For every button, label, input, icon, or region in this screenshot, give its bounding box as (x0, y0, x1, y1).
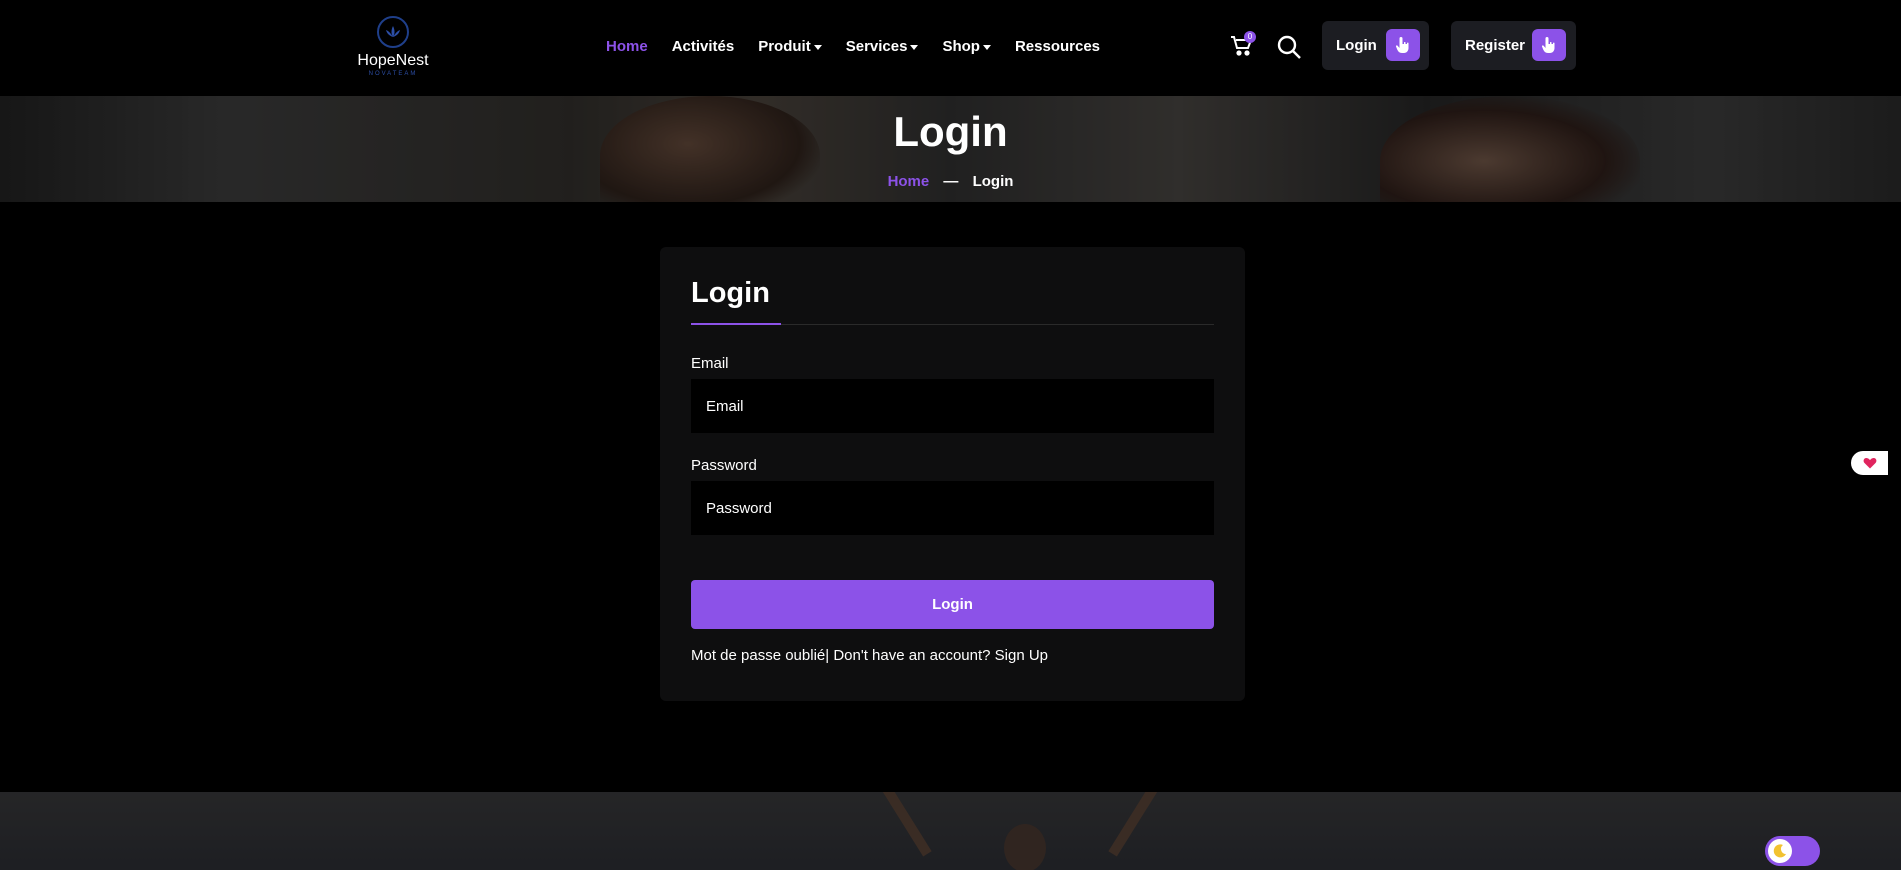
breadcrumb: Home — Login (0, 173, 1901, 190)
page-hero-banner: Login Home — Login (0, 96, 1901, 202)
nav-item-label: Produit (758, 38, 811, 55)
caret-down-icon (982, 45, 991, 50)
nav-item-ressources[interactable]: Ressources (1015, 38, 1100, 55)
moon-icon (1768, 839, 1792, 863)
site-header: HopeNest NOVATEAM Home Activités Produit… (0, 0, 1901, 96)
nav-item-services[interactable]: Services (846, 38, 919, 55)
footer-banner-image (0, 792, 1901, 870)
header-login-label: Login (1336, 37, 1377, 54)
brand-name: HopeNest (357, 52, 429, 69)
page-title: Login (893, 108, 1008, 155)
nav-item-produit[interactable]: Produit (758, 38, 822, 55)
wishlist-tab[interactable] (1851, 451, 1888, 475)
brand-tagline: NOVATEAM (368, 71, 418, 77)
heart-icon (1863, 457, 1876, 469)
cart-button[interactable]: 0 (1230, 31, 1256, 60)
cart-count-badge: 0 (1244, 31, 1256, 43)
title-accent-underline (691, 323, 781, 325)
sign-up-link[interactable]: Don't have an account? Sign Up (829, 647, 1048, 664)
nav-item-label: Shop (942, 38, 980, 55)
nav-item-activites[interactable]: Activités (672, 38, 735, 55)
login-submit-button[interactable]: Login (691, 580, 1214, 629)
password-field[interactable] (691, 481, 1214, 535)
search-button[interactable] (1276, 34, 1302, 60)
main-nav: Home Activités Produit Services Shop Res… (606, 38, 1124, 55)
nav-item-label: Ressources (1014, 38, 1101, 55)
pointer-hand-icon (1532, 29, 1566, 61)
brand-logo[interactable]: HopeNest NOVATEAM (356, 16, 430, 77)
breadcrumb-current: Login (972, 173, 1014, 190)
login-form-title: Login (691, 277, 770, 309)
caret-down-icon (813, 45, 822, 50)
form-footer-links: Mot de passe oublié| Don't have an accou… (691, 647, 1048, 664)
email-label: Email (691, 355, 729, 372)
theme-toggle[interactable] (1765, 836, 1820, 866)
nav-item-label: Activités (671, 38, 735, 55)
forgot-password-link[interactable]: Mot de passe oublié (691, 647, 825, 664)
lotus-icon (377, 16, 409, 48)
nav-item-shop[interactable]: Shop (942, 38, 991, 55)
nav-item-home[interactable]: Home (606, 38, 648, 55)
header-login-button[interactable]: Login (1322, 21, 1429, 70)
password-label: Password (691, 457, 757, 474)
nav-item-label: Services (845, 38, 908, 55)
email-field[interactable] (691, 379, 1214, 433)
pointer-hand-icon (1386, 29, 1420, 61)
search-icon (1277, 35, 1301, 59)
breadcrumb-separator: — (943, 173, 959, 190)
header-register-button[interactable]: Register (1451, 21, 1576, 70)
banner-overlay (0, 792, 1901, 870)
header-register-label: Register (1465, 37, 1526, 54)
caret-down-icon (910, 45, 919, 50)
breadcrumb-home-link[interactable]: Home (888, 173, 930, 190)
nav-item-label: Home (606, 38, 648, 55)
login-card: Login Email Password Login Mot de passe … (660, 247, 1245, 701)
